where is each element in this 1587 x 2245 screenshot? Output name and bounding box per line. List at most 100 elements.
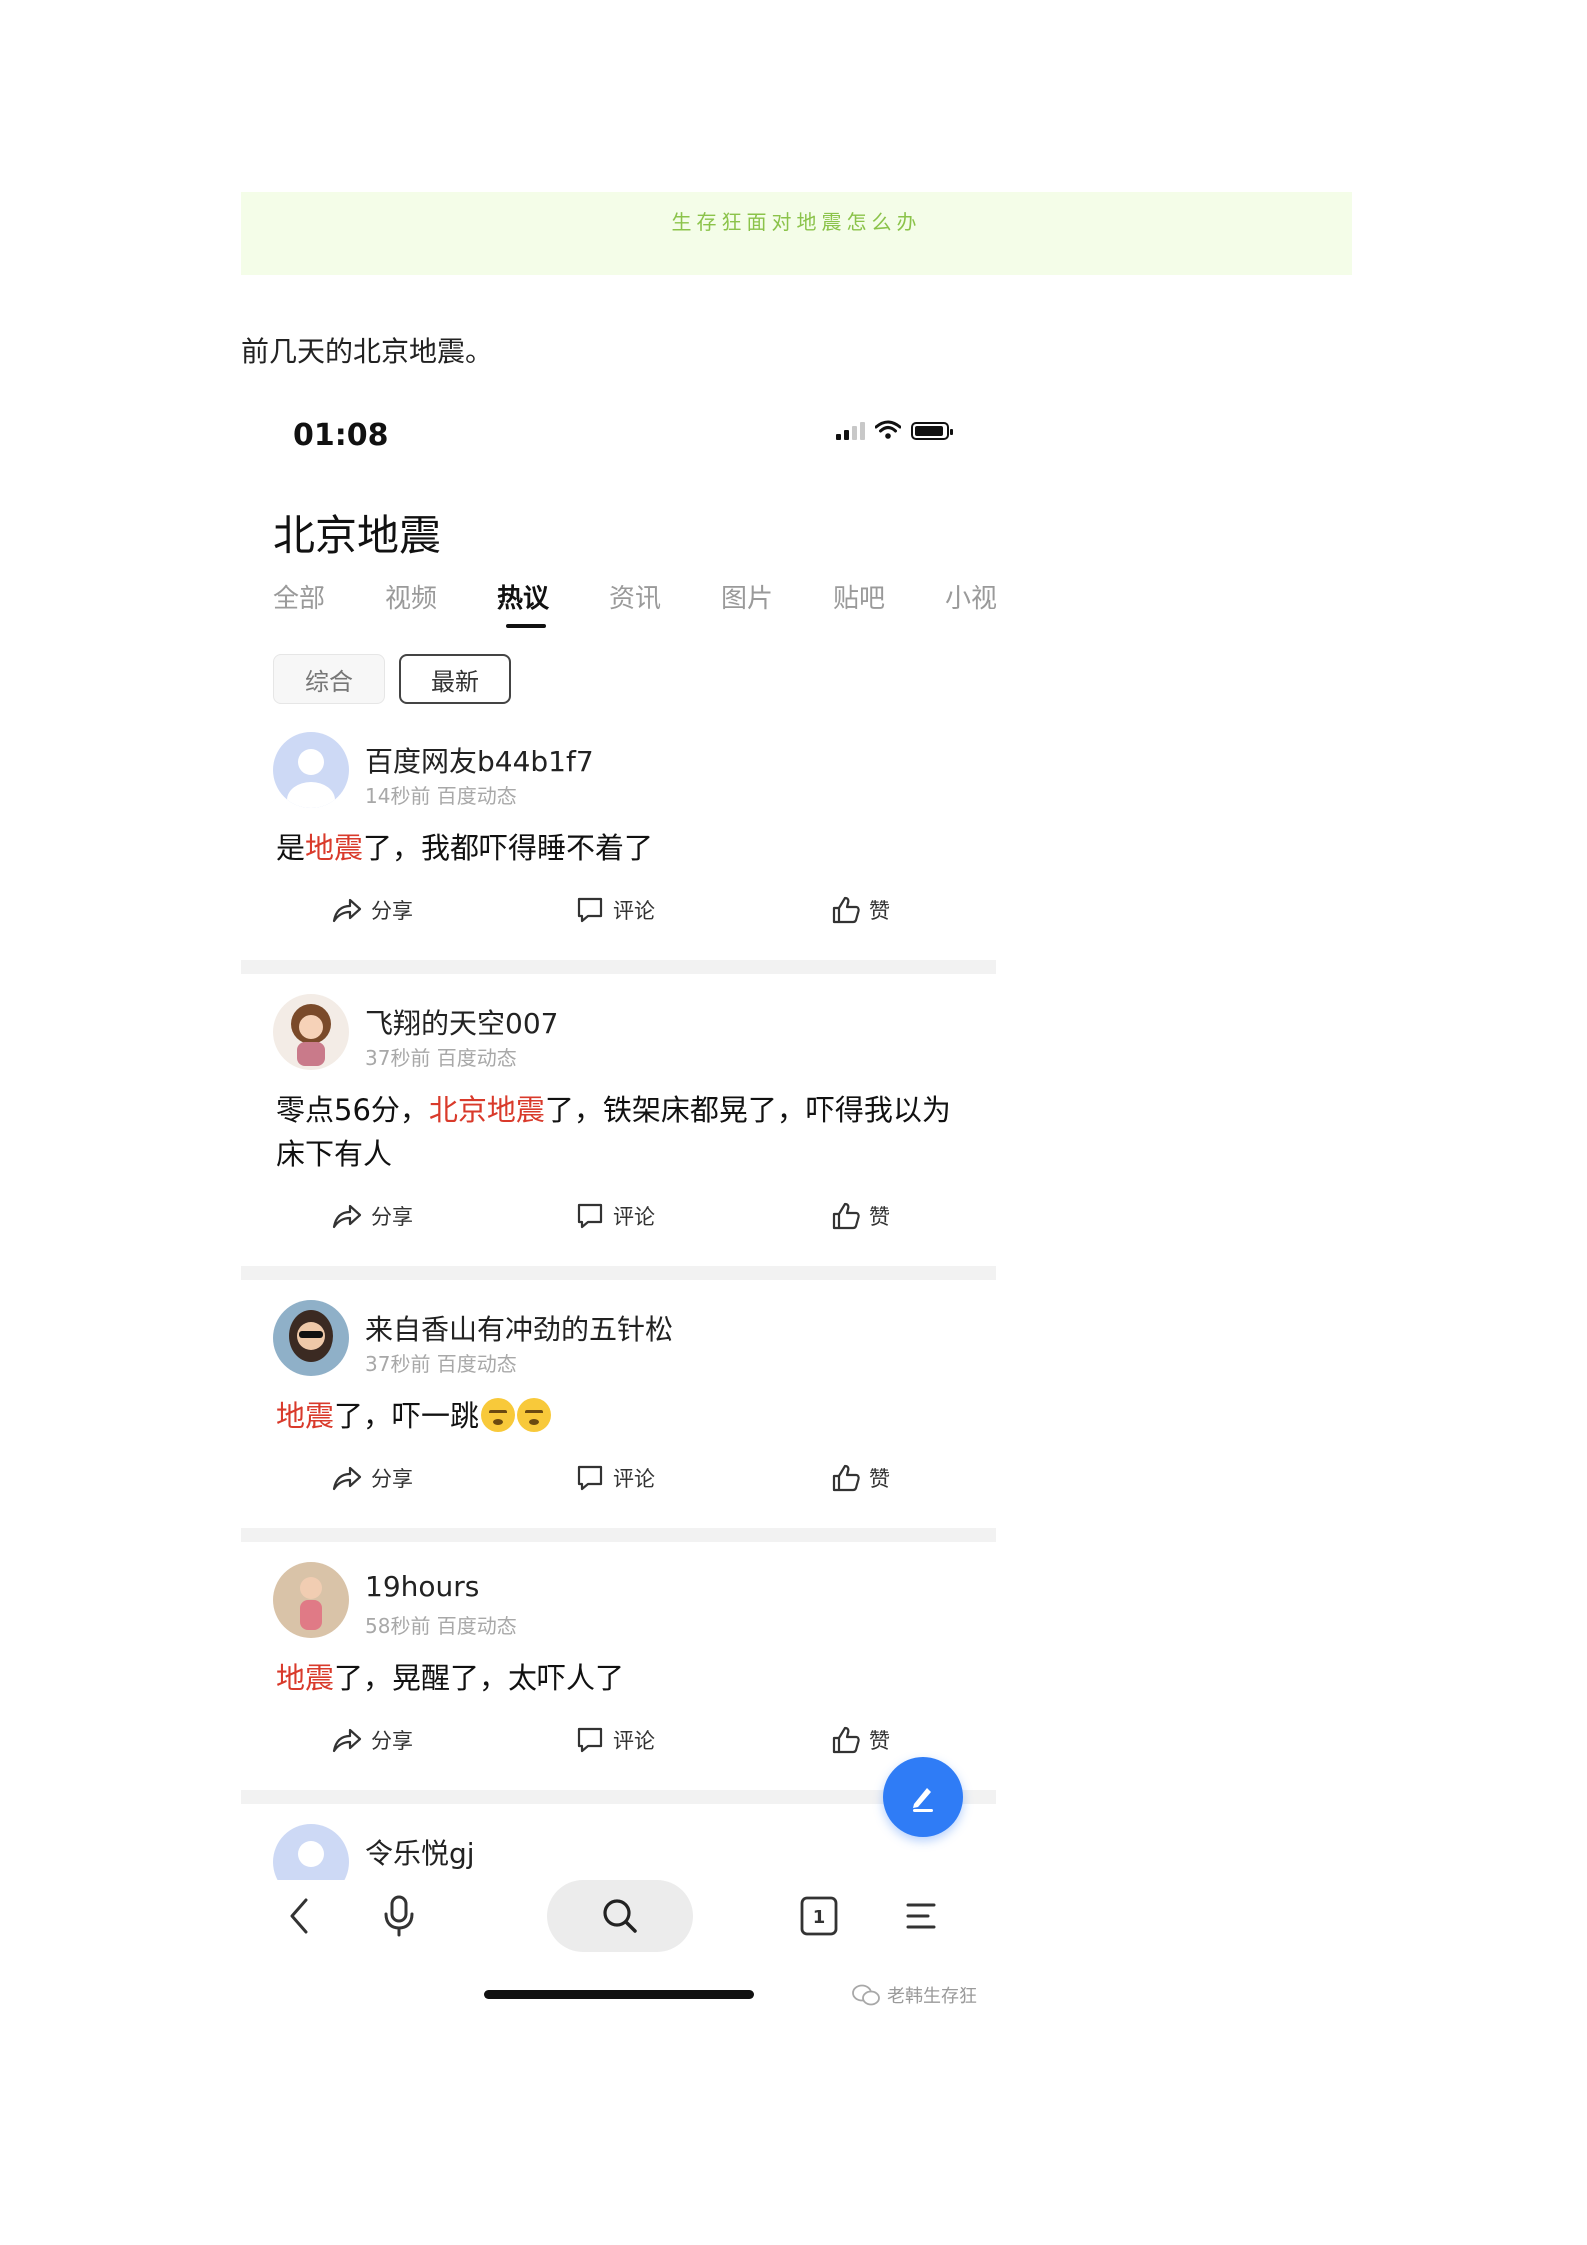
home-indicator[interactable] (484, 1990, 754, 1999)
comment-label: 评论 (613, 1729, 655, 1753)
like-button[interactable]: 赞 (831, 1725, 890, 1755)
like-icon (832, 896, 860, 924)
comment-icon (577, 897, 603, 923)
like-label: 赞 (869, 899, 890, 923)
post-meta: 58秒前 百度动态 (365, 1614, 517, 1638)
post-divider (241, 1266, 996, 1280)
like-label: 赞 (869, 1467, 890, 1491)
post-actions: 分享 评论 赞 (241, 1725, 996, 1765)
comment-button[interactable]: 评论 (575, 895, 655, 925)
filter-latest[interactable]: 最新 (399, 654, 511, 704)
tab-images[interactable]: 图片 (721, 578, 773, 615)
watermark: 老韩生存狂 (851, 1982, 977, 2008)
tabs-button[interactable]: 1 (789, 1880, 849, 1952)
share-label: 分享 (371, 1729, 413, 1753)
wechat-icon (852, 1984, 880, 2006)
like-icon (832, 1726, 860, 1754)
avatar[interactable] (273, 1300, 349, 1376)
post-actions: 分享 评论 赞 (241, 895, 996, 935)
comment-button[interactable]: 评论 (575, 1725, 655, 1755)
share-icon (332, 898, 362, 923)
scared-emoji-icon (517, 1398, 552, 1432)
content-highlight: 地震 (276, 1399, 335, 1433)
content-text: 了，吓一跳 (334, 1399, 480, 1433)
tab-short-video[interactable]: 小视 (945, 578, 996, 615)
avatar[interactable] (273, 994, 349, 1070)
intro-paragraph: 前几天的北京地震。 (241, 335, 494, 368)
content-text: 零点56分， (276, 1093, 429, 1127)
edit-icon (913, 1788, 933, 1812)
menu-button[interactable] (891, 1880, 951, 1952)
write-post-button[interactable] (883, 1757, 963, 1837)
signal-icon (836, 420, 865, 440)
post-username[interactable]: 来自香山有冲劲的五针松 (365, 1308, 673, 1348)
share-button[interactable]: 分享 (331, 1201, 413, 1231)
share-button[interactable]: 分享 (331, 1725, 413, 1755)
post-meta: 14秒前 百度动态 (365, 784, 517, 808)
like-icon (832, 1464, 860, 1492)
content-highlight: 地震 (305, 831, 364, 865)
share-button[interactable]: 分享 (331, 895, 413, 925)
post-actions: 分享 评论 赞 (241, 1463, 996, 1503)
post-divider (241, 1528, 996, 1542)
tabs-icon: 1 (800, 1896, 838, 1936)
search-button[interactable] (547, 1880, 693, 1952)
post-actions: 分享 评论 赞 (241, 1201, 996, 1241)
tab-all[interactable]: 全部 (273, 578, 325, 615)
article-title-banner: 生存狂面对地震怎么办 (241, 192, 1352, 275)
comment-label: 评论 (613, 899, 655, 923)
comment-icon (577, 1465, 603, 1491)
article-title: 生存狂面对地震怎么办 (671, 210, 922, 234)
like-label: 赞 (869, 1729, 890, 1753)
content-text: 是 (276, 831, 306, 865)
content-text: 了，晃醒了，太吓人了 (334, 1661, 625, 1695)
share-label: 分享 (371, 1205, 413, 1229)
post-content: 是地震了，我都吓得睡不着了 (276, 826, 966, 870)
watermark-text: 老韩生存狂 (887, 1986, 977, 2007)
content-text: 了，我都吓得睡不着了 (363, 831, 654, 865)
post-username[interactable]: 百度网友b44b1f7 (365, 740, 594, 780)
like-button[interactable]: 赞 (831, 1201, 890, 1231)
share-icon (332, 1728, 362, 1753)
content-highlight: 地震 (276, 1661, 335, 1695)
bottom-toolbar: 1 (241, 1880, 996, 1960)
share-icon (332, 1204, 362, 1229)
status-icons (836, 420, 953, 440)
back-icon (290, 1898, 308, 1934)
status-time: 01:08 (293, 418, 389, 453)
post-username[interactable]: 令乐悦gj (365, 1832, 475, 1872)
comment-button[interactable]: 评论 (575, 1201, 655, 1231)
share-button[interactable]: 分享 (331, 1463, 413, 1493)
like-button[interactable]: 赞 (831, 1463, 890, 1493)
post-username[interactable]: 19hours (365, 1570, 479, 1603)
comment-label: 评论 (613, 1467, 655, 1491)
avatar[interactable] (273, 1562, 349, 1638)
tab-tieba[interactable]: 贴吧 (833, 578, 885, 615)
tab-news[interactable]: 资讯 (609, 578, 661, 615)
voice-search-button[interactable] (369, 1880, 429, 1952)
filter-comprehensive[interactable]: 综合 (273, 654, 385, 704)
avatar[interactable] (273, 1824, 349, 1880)
avatar[interactable] (273, 732, 349, 808)
comment-icon (577, 1203, 603, 1229)
post-card: 令乐悦gj (241, 1824, 996, 1880)
tab-video[interactable]: 视频 (385, 578, 437, 615)
share-label: 分享 (371, 1467, 413, 1491)
menu-icon (906, 1903, 936, 1929)
post-meta: 37秒前 百度动态 (365, 1046, 517, 1070)
like-icon (832, 1202, 860, 1230)
comment-button[interactable]: 评论 (575, 1463, 655, 1493)
post-content: 地震了，吓一跳 (276, 1394, 966, 1438)
like-button[interactable]: 赞 (831, 895, 890, 925)
post-content: 零点56分，北京地震了，铁架床都晃了，吓得我以为床下有人 (276, 1088, 966, 1176)
back-button[interactable] (269, 1880, 329, 1952)
tab-hot-discussion[interactable]: 热议 (497, 578, 549, 615)
wifi-icon (875, 420, 901, 439)
active-tab-indicator (506, 624, 546, 628)
share-label: 分享 (371, 899, 413, 923)
search-icon (603, 1899, 637, 1933)
like-label: 赞 (869, 1205, 890, 1229)
page-title: 北京地震 (273, 511, 442, 560)
post-username[interactable]: 飞翔的天空007 (365, 1002, 558, 1042)
phone-screenshot: 01:08 北京地震 全部 视频 热议 资讯 图片 贴吧 小视 综合 最新 百度… (241, 400, 996, 2020)
